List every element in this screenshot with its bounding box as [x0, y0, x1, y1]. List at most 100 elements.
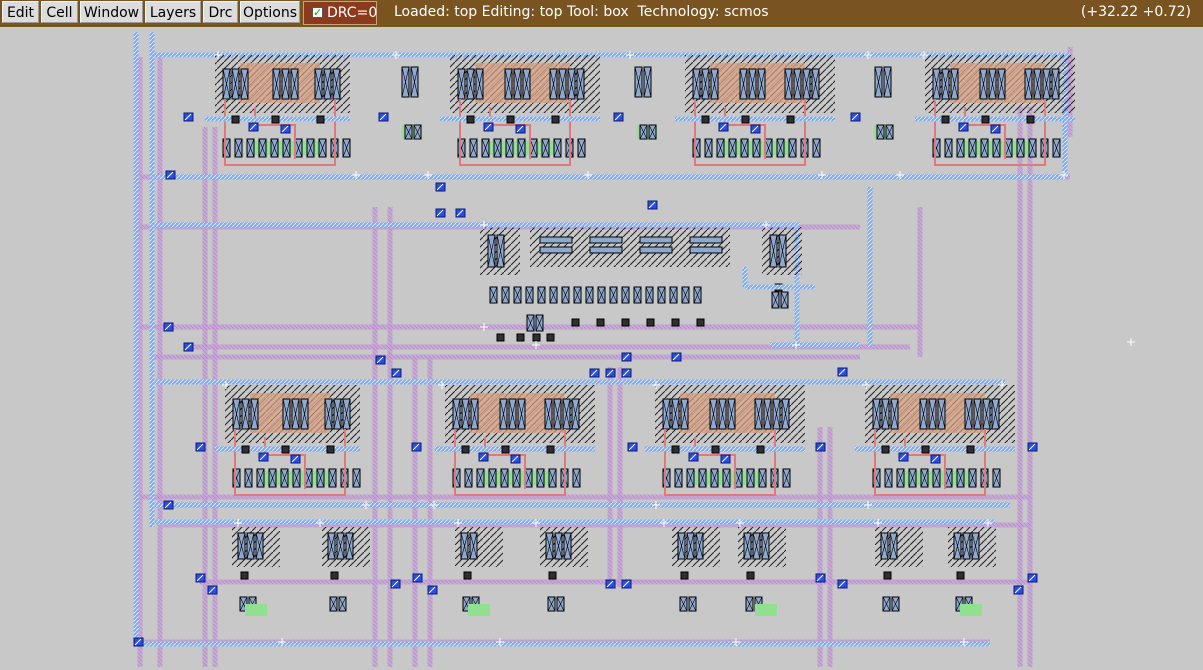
menu-layers-button[interactable]: Layers	[145, 1, 201, 23]
contact-cut	[546, 445, 555, 454]
metal1-wire	[133, 32, 139, 647]
cap-plate	[639, 246, 673, 254]
contact-cut	[231, 115, 240, 124]
contact-cut	[746, 571, 755, 580]
menu-cell-button[interactable]: Cell	[41, 1, 78, 23]
menu-options-button[interactable]: Options	[240, 1, 300, 23]
contact-cut	[466, 115, 475, 124]
contact-cut	[741, 115, 750, 124]
port-marker	[864, 501, 872, 509]
cap-plate	[689, 236, 723, 244]
metal1-wire	[485, 222, 800, 228]
contact-cut	[461, 445, 470, 454]
cap-plate	[589, 246, 623, 254]
cap-plate	[639, 236, 673, 244]
metal2-wire	[387, 207, 393, 667]
metal1-wire	[435, 446, 595, 452]
contact-cut	[883, 571, 892, 580]
metal1-wire	[675, 116, 835, 122]
port-marker	[480, 323, 488, 331]
contact-cut	[1026, 115, 1035, 124]
contact-cut	[786, 115, 795, 124]
cap-plate	[539, 246, 573, 254]
metal2-wire	[427, 357, 433, 667]
contact-cut	[240, 571, 249, 580]
contact-cut	[551, 115, 560, 124]
contact-cut	[671, 445, 680, 454]
metal2-wire	[817, 427, 823, 667]
contact-cut	[696, 318, 705, 327]
metal2-wire	[202, 127, 208, 667]
metal1-wire	[867, 187, 873, 347]
metal1-wire	[140, 641, 990, 647]
metal2-wire	[150, 354, 860, 360]
contact-cut	[326, 445, 335, 454]
metal1-wire	[149, 32, 155, 527]
metal1-wire	[645, 446, 805, 452]
status-text: Loaded: top Editing: top Tool: box Techn…	[394, 4, 769, 20]
metal1-wire	[770, 342, 860, 348]
cursor-coordinates: (+32.22 +0.72)	[1080, 4, 1191, 20]
metal2-wire	[827, 427, 833, 667]
contact-cut	[921, 445, 930, 454]
cap-plate	[689, 246, 723, 254]
cap-plate	[589, 236, 623, 244]
port-marker	[864, 51, 872, 59]
menu-bar: Edit Cell Window Layers Drc Options ✓ DR…	[0, 0, 1203, 27]
contact-cut	[241, 445, 250, 454]
metal2-wire	[917, 207, 923, 357]
layout-canvas[interactable]	[0, 27, 1203, 670]
contact-cut	[506, 115, 515, 124]
port-marker	[392, 51, 400, 59]
contact-cut	[546, 333, 555, 342]
contact-cut	[701, 115, 710, 124]
metal2-wire	[617, 367, 623, 587]
port-marker	[1127, 338, 1135, 346]
metal1-wire	[915, 116, 1075, 122]
contact-cut	[966, 445, 975, 454]
circuit-layout	[133, 32, 1135, 667]
contact-cut	[271, 115, 280, 124]
ndiff-region	[245, 604, 267, 616]
metal1-wire	[155, 379, 1005, 385]
metal2-wire	[607, 367, 613, 587]
menu-edit-button[interactable]: Edit	[2, 1, 39, 23]
metal1-wire	[745, 284, 815, 290]
ndiff-region	[960, 604, 982, 616]
contact-cut	[496, 333, 505, 342]
contact-cut	[680, 571, 689, 580]
menu-drc-button[interactable]: Drc	[203, 1, 238, 23]
metal1-wire	[742, 267, 748, 287]
metal2-wire	[372, 207, 378, 667]
contact-cut	[711, 445, 720, 454]
metal2-wire	[157, 57, 163, 667]
contact-cut	[646, 318, 655, 327]
ndiff-region	[755, 604, 777, 616]
contact-cut	[316, 115, 325, 124]
contact-cut	[501, 445, 510, 454]
contact-cut	[671, 318, 680, 327]
metal1-wire	[155, 519, 995, 525]
ndiff-region	[468, 604, 490, 616]
cap-plate	[539, 236, 573, 244]
contact-cut	[981, 115, 990, 124]
contact-cut	[548, 571, 557, 580]
metal1-wire	[155, 502, 1010, 508]
drc-toggle[interactable]: ✓ DRC=0	[303, 1, 377, 25]
drc-toggle-label: DRC=0	[327, 5, 378, 21]
contact-cut	[330, 571, 339, 580]
contact-cut	[516, 333, 525, 342]
contact-cut	[881, 445, 890, 454]
contact-cut	[571, 318, 580, 327]
port-marker	[652, 501, 660, 509]
metal1-wire	[155, 174, 1065, 180]
metal1-wire	[440, 116, 600, 122]
metal2-wire	[412, 357, 418, 667]
menu-window-button[interactable]: Window	[80, 1, 143, 23]
contact-cut	[281, 445, 290, 454]
contact-cut	[621, 318, 630, 327]
contact-cut	[532, 333, 541, 342]
contact-cut	[756, 445, 765, 454]
contact-cut	[463, 571, 472, 580]
contact-cut	[941, 115, 950, 124]
